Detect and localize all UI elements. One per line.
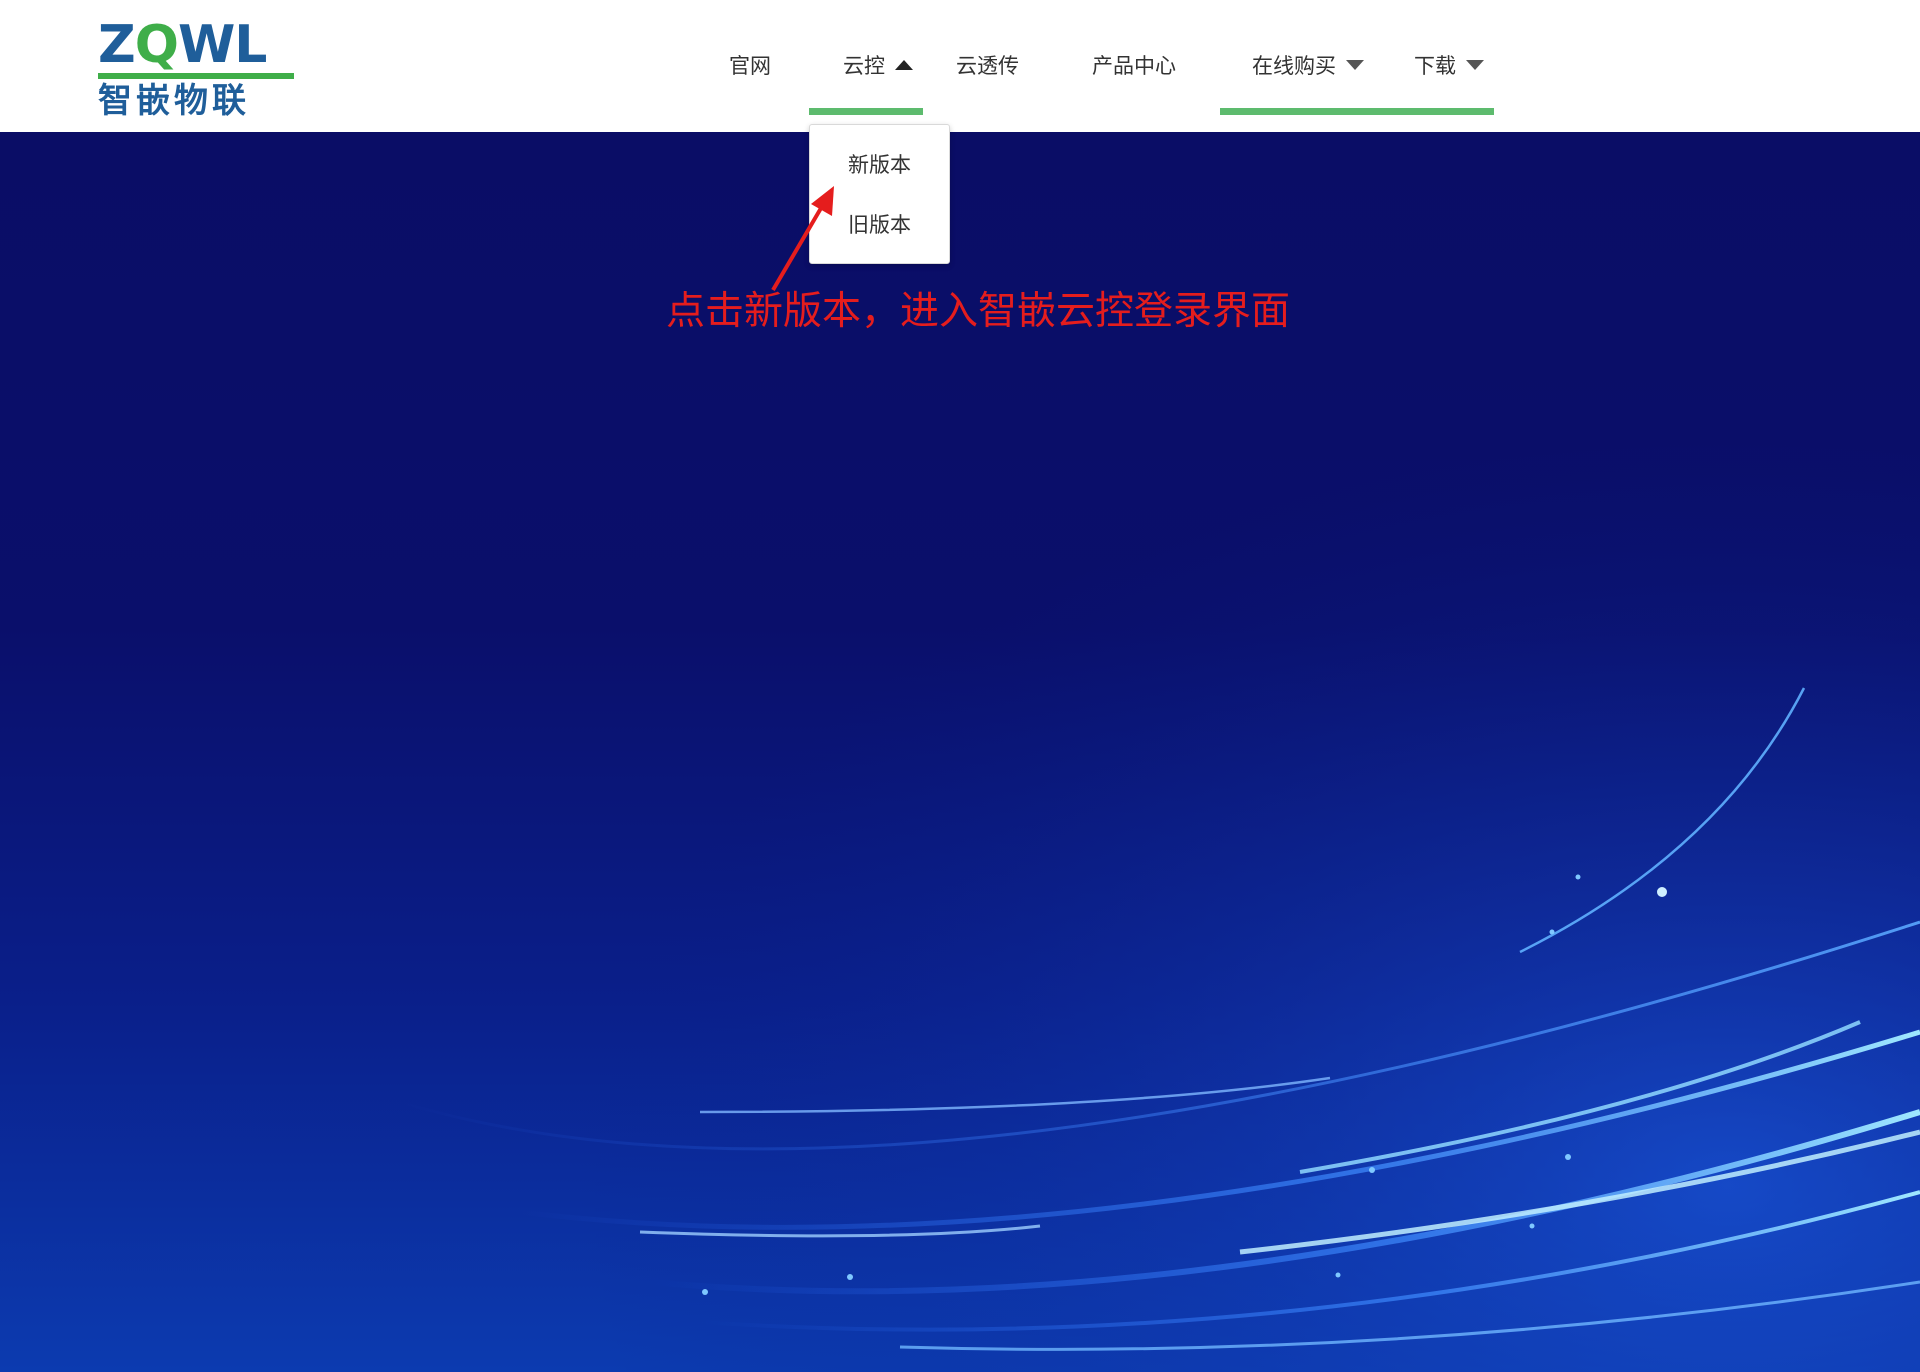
logo-rule <box>98 73 294 79</box>
nav-item-product-center[interactable]: 产品中心 <box>1092 46 1176 86</box>
nav-label-online-purchase: 在线购买 <box>1252 54 1336 78</box>
nav-label-official-site: 官网 <box>729 54 771 78</box>
nav-item-cloud-transparent[interactable]: 云透传 <box>956 46 1019 86</box>
nav-item-download[interactable]: 下载 <box>1414 46 1484 86</box>
logo-wordmark: ZQWL <box>98 15 267 75</box>
caret-down-icon <box>1346 60 1364 70</box>
nav-item-official-site[interactable]: 官网 <box>729 46 771 86</box>
nav-label-product-center: 产品中心 <box>1092 54 1176 78</box>
nav-active-underline-purchase-download <box>1220 108 1494 115</box>
site-header: ZQWL 智嵌物联 官网 云控 云透传 产品中心 在线购买 下载 <box>0 0 1920 132</box>
zqwl-logo[interactable]: ZQWL 智嵌物联 <box>98 15 298 121</box>
caret-down-icon <box>1466 60 1484 70</box>
annotation-instruction: 点击新版本，进入智嵌云控登录界面 <box>666 289 1291 334</box>
logo-chinese-name: 智嵌物联 <box>98 81 250 121</box>
dropdown-item-new-version[interactable]: 新版本 <box>810 143 949 187</box>
nav-active-underline-cloud-control <box>809 108 923 115</box>
nav-label-download: 下载 <box>1414 54 1456 78</box>
nav-label-cloud-control: 云控 <box>843 54 885 78</box>
caret-up-icon <box>895 60 913 70</box>
cloud-control-dropdown-menu: 新版本 旧版本 <box>809 124 950 264</box>
nav-label-cloud-transparent: 云透传 <box>956 54 1019 78</box>
nav-item-online-purchase[interactable]: 在线购买 <box>1252 46 1364 86</box>
nav-item-cloud-control[interactable]: 云控 <box>843 46 913 86</box>
dropdown-item-old-version[interactable]: 旧版本 <box>810 203 949 247</box>
